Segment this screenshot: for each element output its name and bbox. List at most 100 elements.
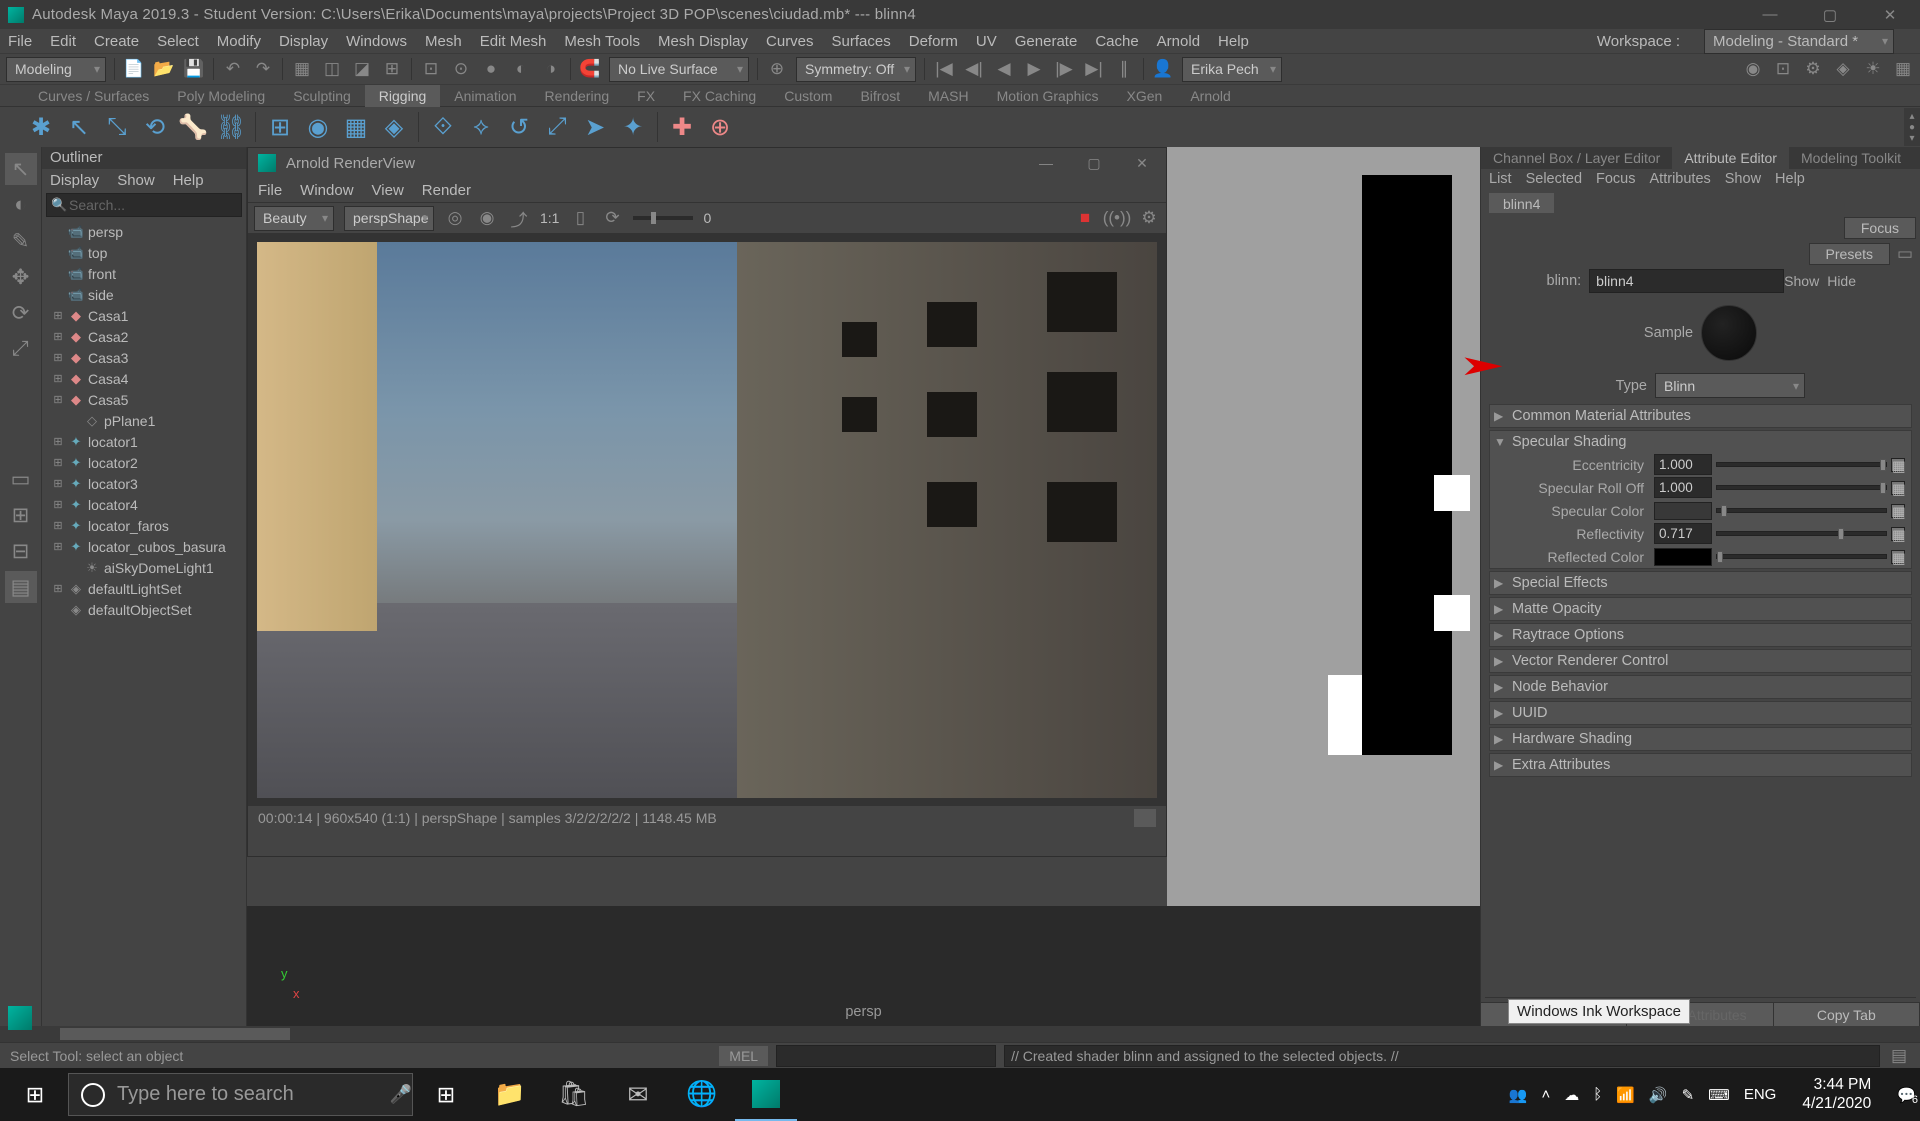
rolloff-input[interactable] xyxy=(1654,477,1712,498)
task-view-icon[interactable]: ⊞ xyxy=(415,1068,477,1121)
outliner-item[interactable]: ⊞◆Casa1 xyxy=(46,305,242,326)
focus-button[interactable]: Focus xyxy=(1844,217,1916,239)
layout-four-icon[interactable]: ⊞ xyxy=(5,499,37,531)
wifi-icon[interactable]: 📶 xyxy=(1616,1086,1635,1104)
tray-expand-icon[interactable]: ˄ xyxy=(1541,1086,1550,1103)
store-icon[interactable]: ▯ xyxy=(569,207,591,229)
rolloff-slider[interactable] xyxy=(1716,485,1887,490)
menu-cache[interactable]: Cache xyxy=(1095,33,1138,50)
outliner-item[interactable]: ⊞◈defaultLightSet xyxy=(46,578,242,599)
tab-attribute-editor[interactable]: Attribute Editor xyxy=(1672,147,1789,169)
snap-curve-icon[interactable]: ⊙ xyxy=(450,58,472,80)
time-slider[interactable] xyxy=(0,1026,1920,1042)
constraint-pole-icon[interactable]: ✦ xyxy=(616,110,650,144)
ik-handle-icon[interactable]: 🦴 xyxy=(176,110,210,144)
ae-node-tab[interactable]: blinn4 xyxy=(1489,193,1554,213)
loop-icon[interactable]: ∥ xyxy=(1113,58,1135,80)
menu-curves[interactable]: Curves xyxy=(766,33,814,50)
shelf-tab-curves[interactable]: Curves / Surfaces xyxy=(24,85,163,107)
ae-menu-focus[interactable]: Focus xyxy=(1596,171,1636,187)
menu-arnold[interactable]: Arnold xyxy=(1157,33,1200,50)
mail-icon[interactable]: ✉ xyxy=(607,1068,669,1121)
outliner-item[interactable]: ☀aiSkyDomeLight1 xyxy=(46,557,242,578)
section-extra[interactable]: ▶Extra Attributes xyxy=(1489,753,1912,777)
maya-app-icon[interactable] xyxy=(735,1068,797,1121)
keyboard-icon[interactable]: ⌨ xyxy=(1708,1086,1730,1104)
taskbar-search[interactable]: Type here to search 🎤 xyxy=(68,1073,413,1116)
save-scene-icon[interactable]: 💾 xyxy=(183,58,205,80)
menu-edit[interactable]: Edit xyxy=(50,33,76,50)
orient-joint-icon[interactable]: ⟲ xyxy=(138,110,172,144)
select-object-icon[interactable]: ◪ xyxy=(351,58,373,80)
shelf-tab-mash[interactable]: MASH xyxy=(914,85,982,107)
play-end-icon[interactable]: ▶| xyxy=(1083,58,1105,80)
outliner-item[interactable]: 📹side xyxy=(46,284,242,305)
stop-render-icon[interactable]: ■ xyxy=(1074,207,1096,229)
undo-icon[interactable]: ↶ xyxy=(222,58,244,80)
refresh-icon[interactable]: ⟳ xyxy=(601,207,623,229)
select-component-icon[interactable]: ⊞ xyxy=(381,58,403,80)
rolloff-map-button[interactable]: ▦ xyxy=(1891,481,1905,495)
camera-dropdown[interactable]: perspShape xyxy=(344,206,434,231)
cluster-icon[interactable]: ◈ xyxy=(377,110,411,144)
rv-minimize-button[interactable]: — xyxy=(1022,148,1070,178)
reflected-color-slider[interactable] xyxy=(1716,554,1887,559)
menu-deform[interactable]: Deform xyxy=(909,33,958,50)
quick-rig-icon[interactable]: ✚ xyxy=(665,110,699,144)
menu-create[interactable]: Create xyxy=(94,33,139,50)
reflectivity-input[interactable] xyxy=(1654,523,1712,544)
select-tool-icon[interactable]: ↖ xyxy=(5,153,37,185)
shelf-tab-poly[interactable]: Poly Modeling xyxy=(163,85,279,107)
maya-home-icon[interactable] xyxy=(8,1006,32,1030)
outliner-item[interactable]: ⊞✦locator_cubos_basura xyxy=(46,536,242,557)
minimize-button[interactable]: — xyxy=(1740,0,1800,29)
magnet-icon[interactable]: 🧲 xyxy=(579,58,601,80)
volume-icon[interactable]: 🔊 xyxy=(1649,1086,1668,1104)
new-scene-icon[interactable]: 📄 xyxy=(123,58,145,80)
start-button[interactable]: ⊞ xyxy=(4,1068,66,1121)
rv-menu-file[interactable]: File xyxy=(258,182,282,199)
constraint-parent-icon[interactable]: ⟐ xyxy=(426,110,460,144)
snap-surface-icon[interactable]: ◑ xyxy=(540,58,562,80)
reflectivity-slider[interactable] xyxy=(1716,531,1887,536)
menu-generate[interactable]: Generate xyxy=(1015,33,1078,50)
shelf-tab-fx[interactable]: FX xyxy=(623,85,669,107)
section-matte[interactable]: ▶Matte Opacity xyxy=(1489,597,1912,621)
redo-icon[interactable]: ↷ xyxy=(252,58,274,80)
outliner-item[interactable]: ⊞✦locator_faros xyxy=(46,515,242,536)
menu-uv[interactable]: UV xyxy=(976,33,997,50)
constraint-point-icon[interactable]: ⟡ xyxy=(464,110,498,144)
ratio-label[interactable]: 1:1 xyxy=(540,210,559,226)
constraint-aim-icon[interactable]: ➤ xyxy=(578,110,612,144)
play-start-icon[interactable]: |◀ xyxy=(933,58,955,80)
material-sample-icon[interactable] xyxy=(1701,305,1757,361)
outliner-search[interactable]: Search... xyxy=(46,193,242,217)
outliner-item[interactable]: 📹persp xyxy=(46,221,242,242)
outliner-item[interactable]: ◈defaultObjectSet xyxy=(46,599,242,620)
specular-color-slider[interactable] xyxy=(1716,508,1887,513)
ae-menu-attributes[interactable]: Attributes xyxy=(1650,171,1711,187)
render-settings-icon[interactable]: ⚙ xyxy=(1802,58,1824,80)
paint-select-icon[interactable]: ✎ xyxy=(5,225,37,257)
step-back-icon[interactable]: ◀| xyxy=(963,58,985,80)
layout-outliner-icon[interactable]: ▤ xyxy=(5,571,37,603)
shelf-tab-arnold[interactable]: Arnold xyxy=(1176,85,1244,107)
shelf-tab-sculpt[interactable]: Sculpting xyxy=(279,85,365,107)
language-indicator[interactable]: ENG xyxy=(1744,1086,1777,1103)
insert-joint-icon[interactable]: ↖ xyxy=(62,110,96,144)
paint-weights-icon[interactable]: ◉ xyxy=(301,110,335,144)
menu-edit-mesh[interactable]: Edit Mesh xyxy=(480,33,547,50)
section-uuid[interactable]: ▶UUID xyxy=(1489,701,1912,725)
menu-display[interactable]: Display xyxy=(279,33,328,50)
reflected-color-map-button[interactable]: ▦ xyxy=(1891,550,1905,564)
reflected-color-swatch[interactable] xyxy=(1654,548,1712,566)
rotate-tool-icon[interactable]: ⟳ xyxy=(5,297,37,329)
lasso-tool-icon[interactable]: ◐ xyxy=(5,189,37,221)
menu-mesh-tools[interactable]: Mesh Tools xyxy=(564,33,640,50)
outliner-item[interactable]: ⊞✦locator2 xyxy=(46,452,242,473)
ae-menu-show[interactable]: Show xyxy=(1725,171,1761,187)
section-raytrace[interactable]: ▶Raytrace Options xyxy=(1489,623,1912,647)
mirror-joint-icon[interactable]: ⤡ xyxy=(100,110,134,144)
shelf-tab-animation[interactable]: Animation xyxy=(440,85,530,107)
outliner-menu-help[interactable]: Help xyxy=(173,172,204,189)
